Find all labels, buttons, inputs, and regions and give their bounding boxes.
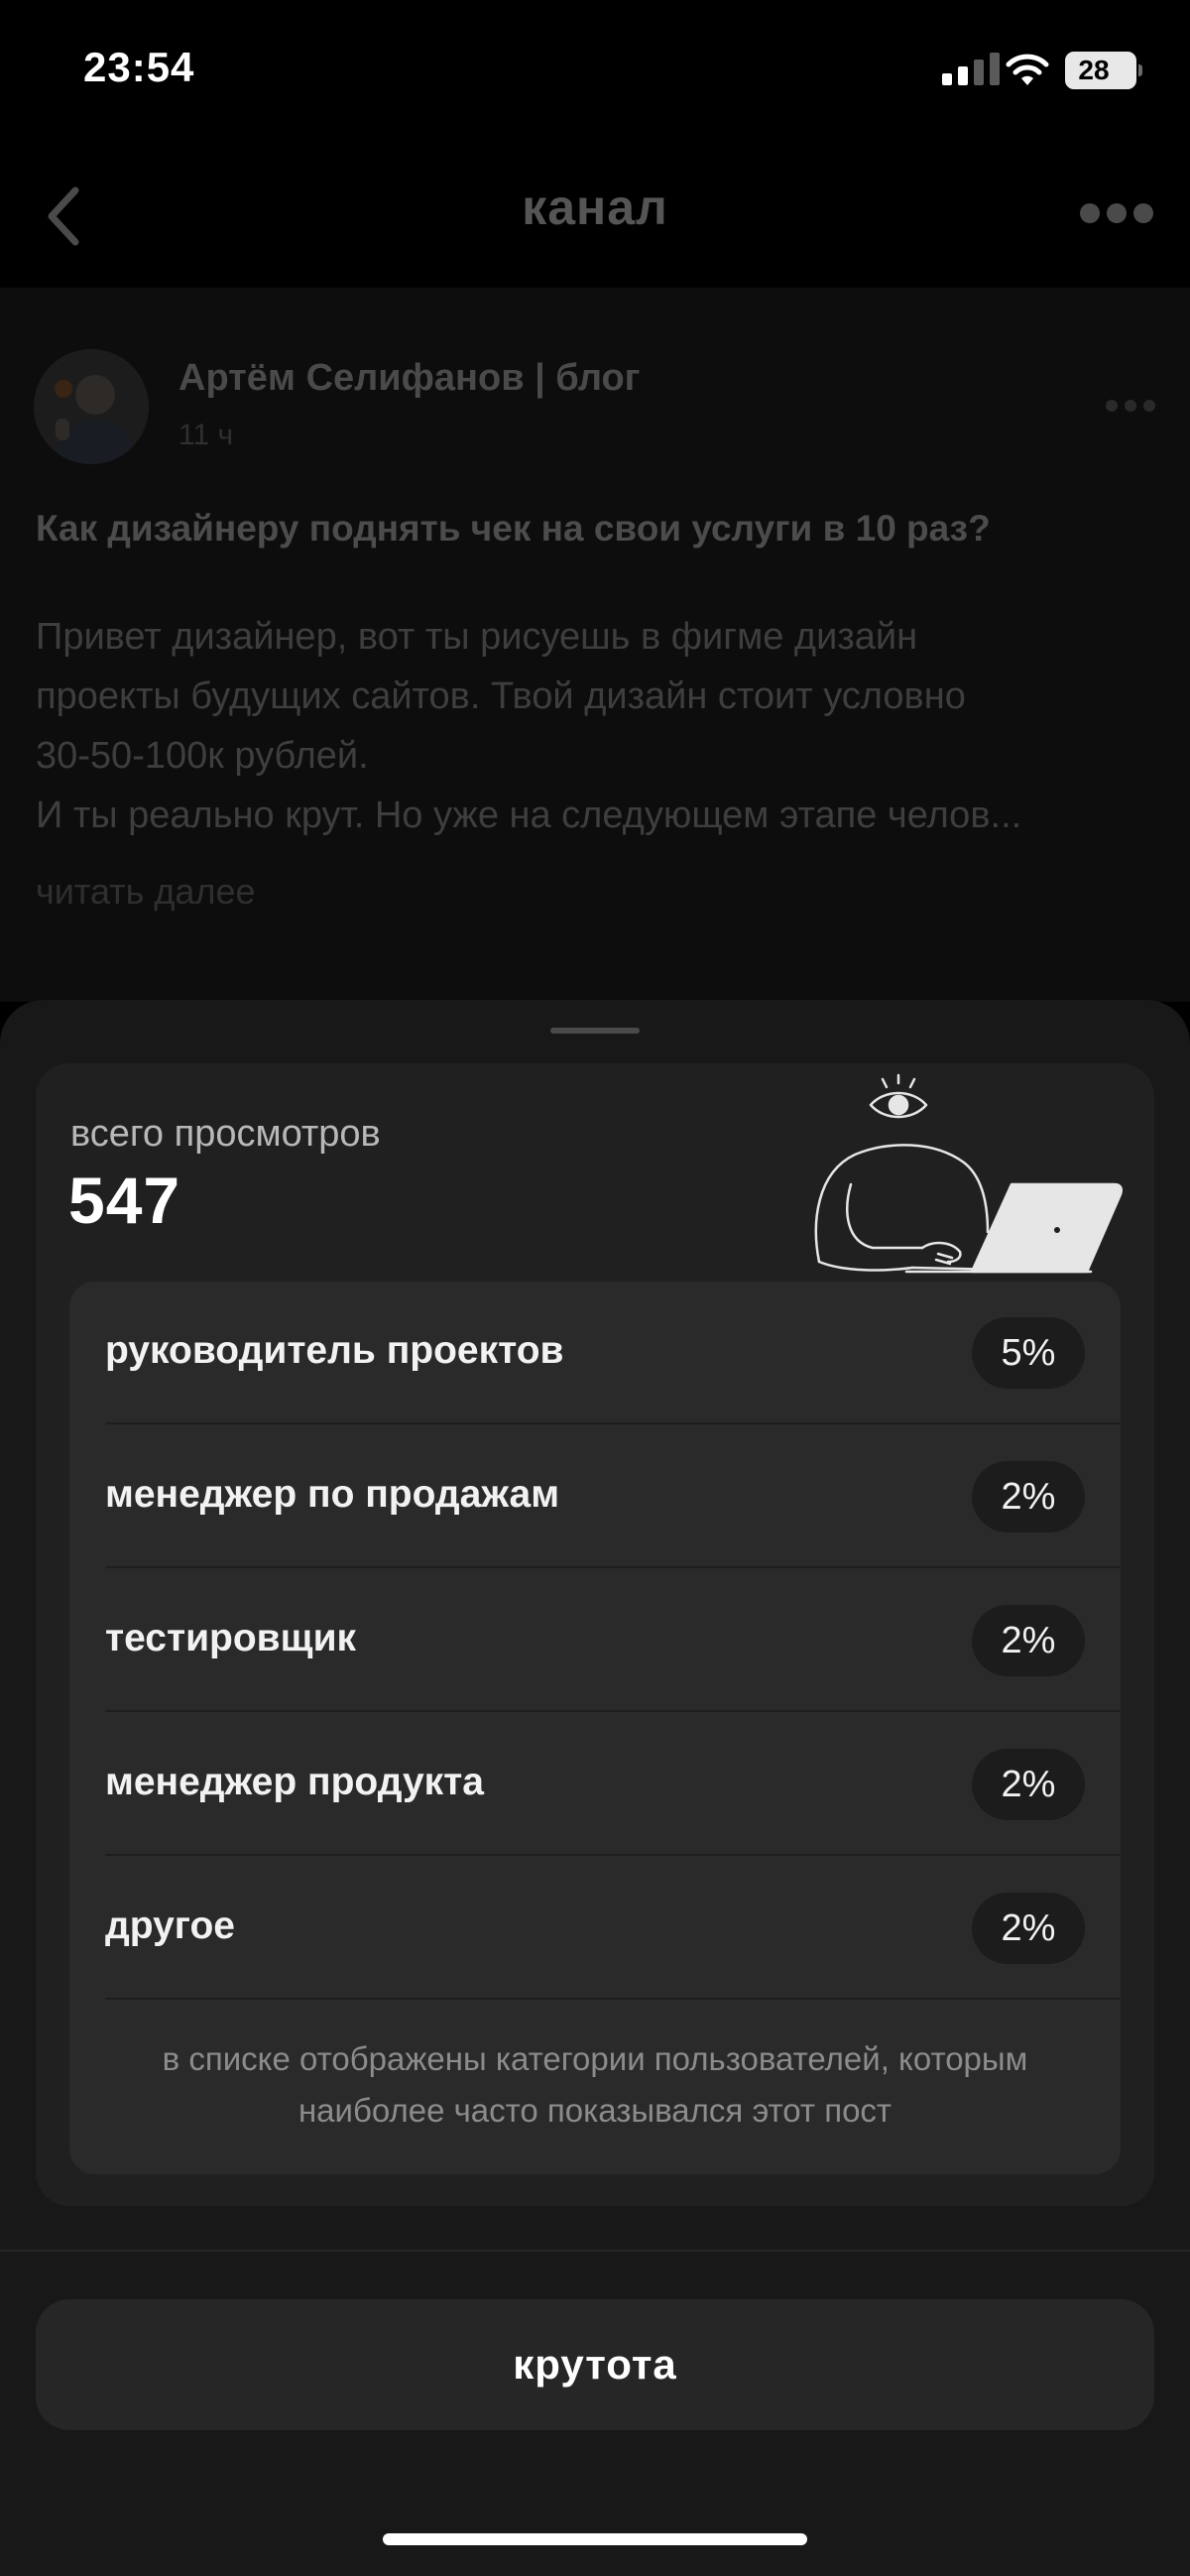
category-row: тестировщик 2% <box>69 1569 1121 1712</box>
category-label: менеджер по продажам <box>105 1473 560 1516</box>
category-row: менеджер по продажам 2% <box>69 1425 1121 1568</box>
battery-icon: 28 <box>1065 52 1142 89</box>
avatar-photo-icon <box>34 349 149 464</box>
category-label: руководитель проектов <box>105 1329 564 1372</box>
post-body-line: Привет дизайнер, вот ты рисуешь в фигме … <box>36 616 918 658</box>
category-percent: 2% <box>972 1605 1085 1676</box>
battery-level: 28 <box>1078 55 1110 85</box>
views-label: всего просмотров <box>70 1113 381 1155</box>
category-row: руководитель проектов 5% <box>69 1282 1121 1424</box>
status-bar: 23:54 28 <box>0 0 1190 149</box>
views-card: всего просмотров 547 руководитель проект… <box>36 1063 1154 2206</box>
category-label: менеджер продукта <box>105 1761 484 1803</box>
sheet-divider <box>0 2250 1190 2252</box>
category-percent: 2% <box>972 1749 1085 1820</box>
post-body-line: 30-50-100к рублей. <box>36 735 369 777</box>
more-options-icon[interactable] <box>1077 200 1156 226</box>
post-time: 11 ч <box>178 419 234 451</box>
status-time: 23:54 <box>83 44 195 90</box>
category-percent: 2% <box>972 1461 1085 1533</box>
channel-post: Артём Селифанов | блог 11 ч Как дизайнер… <box>0 288 1190 1002</box>
category-row: менеджер продукта 2% <box>69 1713 1121 1856</box>
post-stats-sheet: всего просмотров 547 руководитель проект… <box>0 1000 1190 2576</box>
post-body-line: проекты будущих сайтов. Твой дизайн стои… <box>36 675 966 717</box>
page-title: канал <box>522 180 668 235</box>
sheet-grabber[interactable] <box>550 1028 640 1034</box>
read-more-link[interactable]: читать далее <box>36 871 256 913</box>
person-with-laptop-icon <box>814 1073 1123 1274</box>
home-indicator[interactable] <box>383 2533 807 2545</box>
categories-footnote: в списке отображены категории пользовате… <box>162 2040 1028 2129</box>
category-label: тестировщик <box>105 1617 357 1659</box>
top-navigation: канал <box>0 149 1190 278</box>
post-body-line: И ты реально крут. Но уже на следующем э… <box>36 795 1022 836</box>
post-body: Привет дизайнер, вот ты рисуешь в фигме … <box>36 607 1156 845</box>
confirm-button[interactable]: крутота <box>36 2299 1154 2430</box>
category-percent: 5% <box>972 1317 1085 1389</box>
post-heading: Как дизайнеру поднять чек на свои услуги… <box>36 508 991 549</box>
category-row: другое 2% <box>69 1857 1121 2000</box>
post-more-icon[interactable] <box>1105 399 1156 413</box>
wifi-icon <box>1006 54 1049 85</box>
views-count: 547 <box>68 1164 181 1237</box>
categories-panel: руководитель проектов 5% менеджер по про… <box>69 1282 1121 2174</box>
category-percent: 2% <box>972 1893 1085 1964</box>
cellular-signal-icon <box>942 53 1000 85</box>
category-label: другое <box>105 1904 235 1947</box>
post-author[interactable]: Артём Селифанов | блог <box>178 357 641 400</box>
author-avatar[interactable] <box>34 349 149 464</box>
